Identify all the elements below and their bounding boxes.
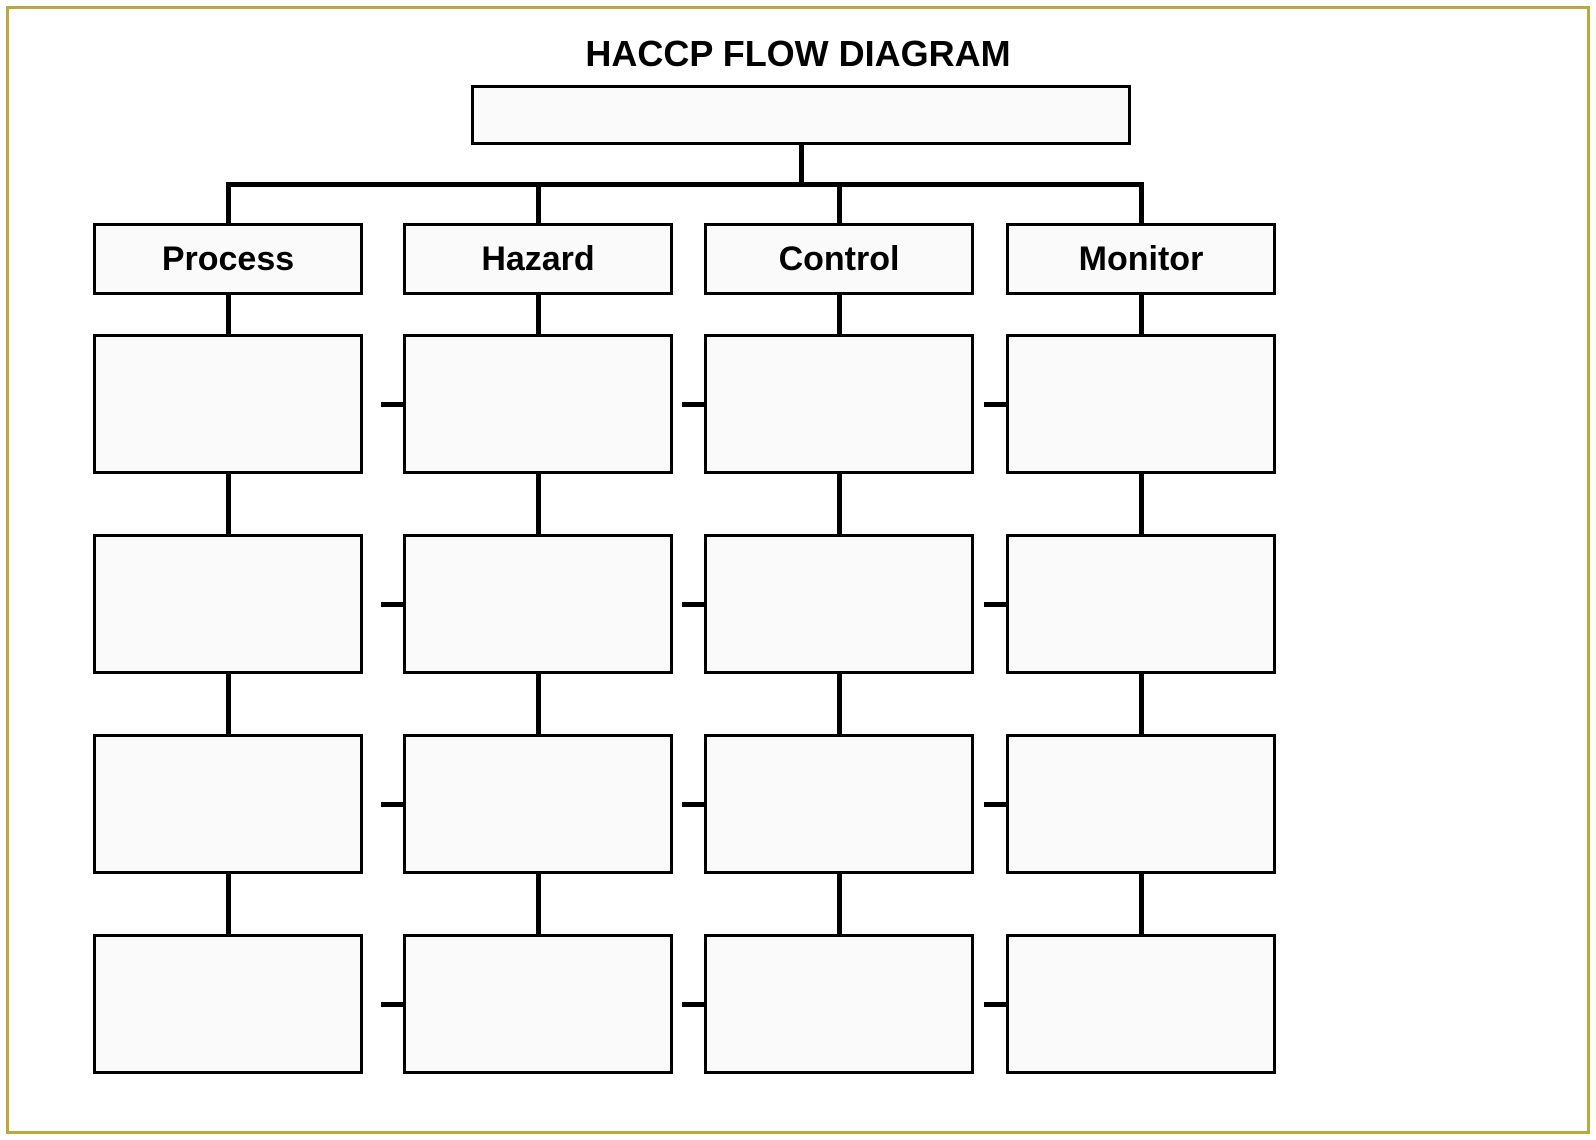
column-header-label: Monitor (1079, 240, 1204, 279)
connector-horizontal (226, 182, 1144, 187)
connector-vertical (1139, 182, 1144, 223)
column-header-label: Hazard (481, 240, 594, 279)
column-header-label: Control (779, 240, 900, 279)
connector-tick (984, 1002, 1006, 1007)
cell-box (704, 334, 974, 474)
connector-tick (682, 402, 704, 407)
connector-tick (984, 602, 1006, 607)
connector-tick (381, 402, 403, 407)
cell-box (403, 734, 673, 874)
cell-box (93, 934, 363, 1074)
cell-box (403, 934, 673, 1074)
cell-box (1006, 534, 1276, 674)
connector-vertical (226, 182, 231, 223)
connector-vertical (536, 182, 541, 223)
connector-vertical (837, 295, 842, 334)
connector-vertical (536, 295, 541, 334)
cell-box (93, 334, 363, 474)
connector-vertical (536, 674, 541, 734)
connector-vertical (536, 874, 541, 934)
column-header-label: Process (162, 240, 294, 279)
diagram-title: HACCP FLOW DIAGRAM (9, 33, 1587, 75)
cell-box (403, 534, 673, 674)
connector-vertical (226, 295, 231, 334)
connector-vertical (1139, 674, 1144, 734)
cell-box (704, 534, 974, 674)
connector-vertical (837, 474, 842, 534)
cell-box (704, 734, 974, 874)
connector-vertical (536, 474, 541, 534)
connector-vertical (1139, 295, 1144, 334)
cell-box (1006, 734, 1276, 874)
connector-vertical (799, 145, 804, 187)
connector-vertical (226, 674, 231, 734)
cell-box (93, 734, 363, 874)
connector-tick (381, 802, 403, 807)
connector-vertical (226, 474, 231, 534)
column-header-process: Process (93, 223, 363, 295)
connector-tick (381, 1002, 403, 1007)
connector-vertical (837, 874, 842, 934)
column-header-monitor: Monitor (1006, 223, 1276, 295)
column-header-hazard: Hazard (403, 223, 673, 295)
connector-tick (984, 802, 1006, 807)
connector-vertical (1139, 874, 1144, 934)
connector-tick (682, 602, 704, 607)
connector-tick (682, 1002, 704, 1007)
cell-box (1006, 934, 1276, 1074)
connector-vertical (226, 874, 231, 934)
cell-box (1006, 334, 1276, 474)
connector-vertical (837, 674, 842, 734)
cell-box (93, 534, 363, 674)
column-header-control: Control (704, 223, 974, 295)
page-frame: HACCP FLOW DIAGRAM Process Hazard Control M… (6, 6, 1590, 1134)
root-box (471, 85, 1131, 145)
connector-tick (682, 802, 704, 807)
connector-vertical (837, 182, 842, 223)
connector-tick (381, 602, 403, 607)
connector-tick (984, 402, 1006, 407)
cell-box (403, 334, 673, 474)
cell-box (704, 934, 974, 1074)
connector-vertical (1139, 474, 1144, 534)
